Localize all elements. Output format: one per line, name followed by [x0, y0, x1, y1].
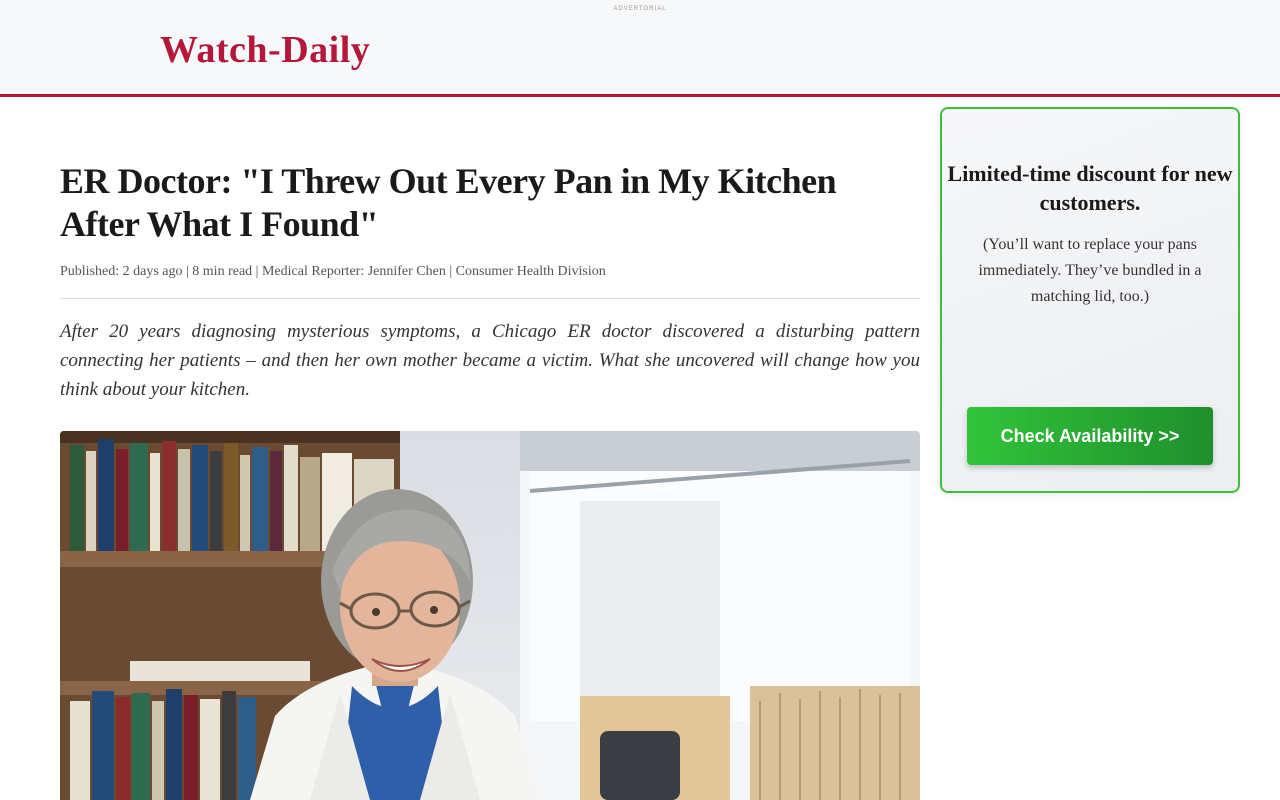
check-availability-button[interactable]: Check Availability >> [967, 407, 1213, 465]
doctor-office-photo [60, 431, 920, 800]
article-byline: Published: 2 days ago | 8 min read | Med… [60, 264, 920, 299]
article-hero-image [60, 431, 920, 800]
site-logo[interactable]: Watch-Daily [160, 28, 370, 72]
promo-headline: Limited-time discount for new customers. [947, 161, 1233, 215]
promo-sidebar: Limited-time discount for new customers.… [940, 107, 1240, 493]
article-content: ER Doctor: "I Threw Out Every Pan in My … [60, 160, 920, 423]
promo-body-text: (You’ll want to replace your pans immedi… [978, 236, 1202, 305]
article-title: ER Doctor: "I Threw Out Every Pan in My … [60, 161, 837, 244]
site-header: ADVERTORIAL Watch-Daily [0, 0, 1280, 97]
advertorial-label: ADVERTORIAL [613, 6, 667, 12]
article-lede: After 20 years diagnosing mysterious sym… [60, 321, 920, 400]
